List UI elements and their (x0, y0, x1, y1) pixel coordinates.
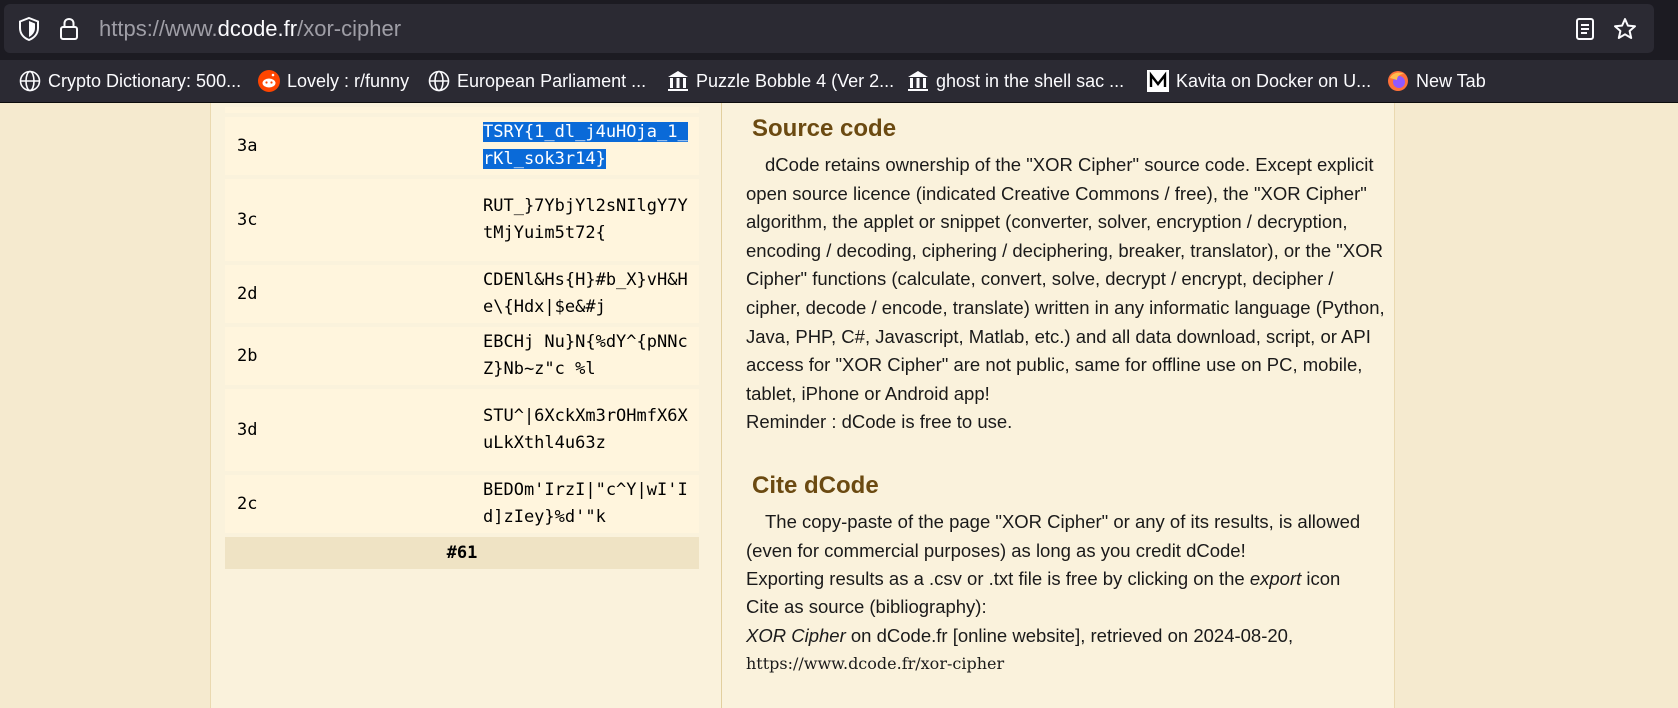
info-panel: Source code dCode retains ownership of t… (722, 103, 1395, 708)
source-code-text: dCode retains ownership of the "XOR Ciph… (746, 154, 1385, 404)
reminder-text: Reminder : dCode is free to use. (746, 411, 1013, 432)
result-value[interactable]: CDENl&Hs{H}#b_X}vH&He\{Hdx|$e&#j (477, 265, 699, 323)
bookmark-label: Puzzle Bobble 4 (Ver 2... (696, 70, 895, 91)
lock-icon[interactable] (56, 16, 82, 42)
table-row[interactable]: 3d STU^|6XckXm3rOHmfX6XuLkXthl4u63z (225, 389, 699, 471)
result-key: 3c (225, 179, 477, 261)
result-value[interactable]: BEDOm'IrzI|"c^Y|wI'Id]zIey}%d'"k (477, 475, 699, 533)
results-table: 3a TSRY{1_dl_j4uHOja_1_rKl_sok3r14} 3c R… (225, 103, 699, 573)
reader-view-icon[interactable] (1572, 16, 1598, 42)
citation-title: XOR Cipher (746, 625, 846, 646)
museum-icon (906, 69, 930, 93)
bookmark-label: Kavita on Docker on U... (1176, 70, 1372, 91)
table-row-partial (225, 107, 699, 113)
bookmark-ghost-in-the-shell[interactable]: ghost in the shell sac ... (906, 60, 1124, 102)
table-footer-row: #61 (225, 537, 699, 569)
reddit-icon (257, 69, 281, 93)
bookmarks-toolbar: Crypto Dictionary: 500... Lovely : r/fun… (0, 60, 1678, 103)
result-value[interactable]: EBCHj Nu}N{%dY^{pNNcZ}Nb~z"c %l (477, 327, 699, 385)
table-row[interactable]: 2d CDENl&Hs{H}#b_X}vH&He\{Hdx|$e&#j (225, 265, 699, 323)
table-row[interactable]: 3c RUT_}7YbjYl2sNIlgY7YtMjYuim5t72{ (225, 179, 699, 261)
bookmark-puzzle-bobble[interactable]: Puzzle Bobble 4 (Ver 2... (666, 60, 894, 102)
globe-icon (427, 69, 451, 93)
source-code-heading: Source code (752, 115, 897, 142)
cite-text: The copy-paste of the page "XOR Cipher" … (746, 511, 1361, 561)
bookmark-label: New Tab (1416, 70, 1486, 91)
result-key: 2b (225, 327, 477, 385)
table-row[interactable]: 2c BEDOm'IrzI|"c^Y|wI'Id]zIey}%d'"k (225, 475, 699, 533)
bookmark-reddit-funny[interactable]: Lovely : r/funny (257, 60, 409, 102)
citation-text: XOR Cipher on dCode.fr [online website],… (746, 622, 1386, 651)
browser-toolbar: https://www.dcode.fr/xor-cipher (0, 0, 1678, 60)
selected-text[interactable]: TSRY{1_dl_j4uHOja_1_rKl_sok3r14} (483, 122, 688, 169)
bookmark-label: European Parliament ... (457, 70, 647, 91)
export-link[interactable]: export (1250, 568, 1301, 589)
shield-icon[interactable] (16, 16, 42, 42)
museum-icon (666, 69, 690, 93)
table-row[interactable]: 3a TSRY{1_dl_j4uHOja_1_rKl_sok3r14} (225, 117, 699, 175)
bookmark-kavita-docker[interactable]: Kavita on Docker on U... (1146, 60, 1371, 102)
url-text[interactable]: https://www.dcode.fr/xor-cipher (99, 4, 401, 53)
bookmark-label: Lovely : r/funny (287, 70, 410, 91)
url-host: dcode.fr (217, 16, 298, 41)
result-key: 2d (225, 265, 477, 323)
url-path: /xor-cipher (297, 16, 402, 41)
cite-heading: Cite dCode (752, 472, 879, 499)
citation-rest: on dCode.fr [online website], retrieved … (845, 625, 1294, 646)
result-key: 3d (225, 389, 477, 471)
medium-icon (1146, 69, 1170, 93)
table-row[interactable]: 2b EBCHj Nu}N{%dY^{pNNcZ}Nb~z"c %l (225, 327, 699, 385)
citation-url[interactable]: https://www.dcode.fr/xor-cipher (746, 650, 1386, 679)
result-value[interactable]: STU^|6XckXm3rOHmfX6XuLkXthl4u63z (477, 389, 699, 471)
bookmark-label: Crypto Dictionary: 500... (48, 70, 242, 91)
result-value[interactable]: RUT_}7YbjYl2sNIlgY7YtMjYuim5t72{ (477, 179, 699, 261)
url-bar[interactable]: https://www.dcode.fr/xor-cipher (4, 4, 1654, 53)
firefox-icon (1386, 69, 1410, 93)
export-text: Exporting results as a .csv or .txt file… (746, 565, 1386, 594)
bookmark-label: ghost in the shell sac ... (936, 70, 1125, 91)
result-count: #61 (225, 537, 699, 569)
export-prefix: Exporting results as a .csv or .txt file… (746, 568, 1250, 589)
cite-as-text: Cite as source (bibliography): (746, 596, 987, 617)
bookmark-star-icon[interactable] (1612, 16, 1638, 42)
result-key: 2c (225, 475, 477, 533)
result-value[interactable]: TSRY{1_dl_j4uHOja_1_rKl_sok3r14} (477, 117, 699, 175)
results-panel: 3a TSRY{1_dl_j4uHOja_1_rKl_sok3r14} 3c R… (210, 103, 722, 708)
page-content: 3a TSRY{1_dl_j4uHOja_1_rKl_sok3r14} 3c R… (0, 103, 1678, 708)
export-suffix: icon (1301, 568, 1341, 589)
result-key: 3a (225, 117, 477, 175)
bookmark-crypto-dictionary[interactable]: Crypto Dictionary: 500... (18, 60, 241, 102)
bookmark-new-tab[interactable]: New Tab (1386, 60, 1486, 102)
bookmark-european-parliament[interactable]: European Parliament ... (427, 60, 646, 102)
globe-icon (18, 69, 42, 93)
url-prefix: https://www. (99, 16, 218, 41)
